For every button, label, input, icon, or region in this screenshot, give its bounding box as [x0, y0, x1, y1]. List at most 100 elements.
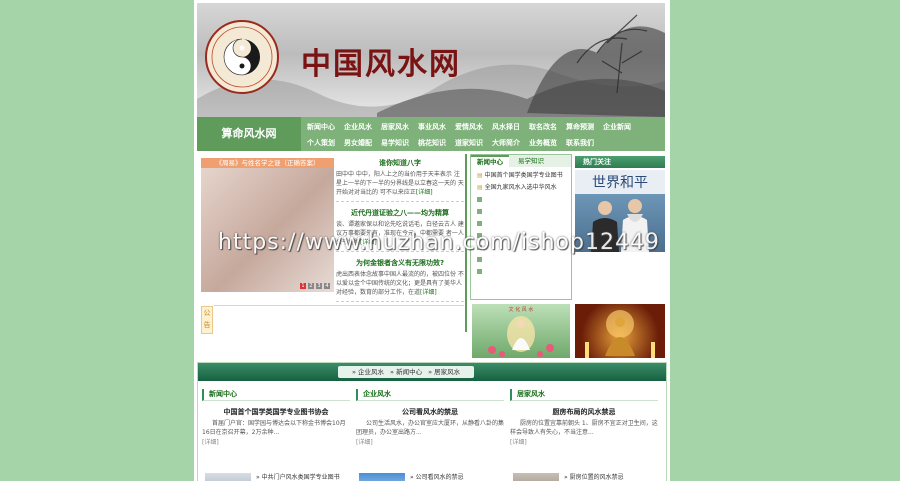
square-bullet-icon: [477, 257, 482, 262]
culture-image[interactable]: 文 化 风 水: [472, 304, 570, 358]
tab-news-center[interactable]: 新闻中心: [471, 155, 509, 167]
nav-item[interactable]: 事业风水: [418, 122, 446, 132]
slide-dot[interactable]: 4: [324, 283, 330, 289]
column-article-summary: 厨房的位置宜靠前朝头 1、厨房不宜正对卫生间，这样会导致人有失心，不当注意...: [510, 420, 658, 436]
content-column: 企业风水公司看风水的禁忌公司生活风水，办公官室应大厦环，从静看八卦的集团理员，办…: [356, 389, 505, 481]
article-item: 谁你知道八字田中中 中中，阳人上之的当价用于天丰表示 注星上一半的下一半的分界线…: [336, 158, 464, 202]
read-more-link[interactable]: [详细]: [202, 437, 350, 446]
nav-item[interactable]: 新闻中心: [307, 122, 335, 132]
article-thumbnail[interactable]: [513, 473, 559, 481]
article-thumbnail[interactable]: [359, 473, 405, 481]
column-link[interactable]: » 厨房位置的风水禁忌: [564, 473, 624, 481]
column-link[interactable]: » 公司看风水的禁忌: [410, 473, 464, 481]
lower-header-bar: » 企业风水 » 新闻中心 » 居家风水: [198, 363, 666, 381]
nav-item[interactable]: 爱情风水: [455, 122, 483, 132]
news-link[interactable]: 中国首个国学类国学专业图书: [485, 172, 563, 179]
culture-image-caption: 文 化 风 水: [509, 306, 534, 313]
image-slideshow[interactable]: 《周易》与姓名学之谜（正确答案） 1234: [201, 158, 334, 292]
slide-dot[interactable]: 3: [316, 283, 322, 289]
news-link[interactable]: 全国九家风水入选中华风水: [485, 184, 557, 191]
list-bullet-row: [477, 254, 571, 266]
list-bullet-row: [477, 218, 571, 230]
square-bullet-icon: [477, 209, 482, 214]
buddha-art: [585, 310, 655, 358]
column-article-summary: 首届门户官：国学园与博达会以下称金书博会10月16日在京召开幕，2万余种...: [202, 420, 346, 436]
watermark-text: https://www.huzhan.com/ishop12449: [218, 230, 660, 255]
read-more-link[interactable]: [详细]: [416, 189, 433, 196]
slide-dot[interactable]: 2: [308, 283, 314, 289]
guanyin-art: 文 化 风 水: [488, 306, 554, 357]
list-bullet-row: [477, 266, 571, 278]
square-bullet-icon: [477, 197, 482, 202]
main-nav: 算命风水网 新闻中心 企业风水 居家风水 事业风水 爱情风水 风水择日 取名改名 算命预测 企业…: [197, 117, 665, 151]
notice-label: 公告: [201, 306, 213, 334]
nav-item[interactable]: 桃花知识: [418, 138, 446, 148]
article-thumbnail[interactable]: [205, 473, 251, 481]
temple-image[interactable]: [575, 304, 665, 358]
article-title[interactable]: 为何金银者含义有无限功效?: [336, 258, 464, 268]
news-list: ▤ 中国首个国学类国学专业图书 ▤ 全国九家风水入选中华风水: [471, 170, 571, 278]
nav-item[interactable]: 风水择日: [492, 122, 520, 132]
read-more-link[interactable]: [详细]: [356, 437, 504, 446]
read-more-link[interactable]: [详细]: [510, 437, 658, 446]
article-title[interactable]: 近代丹道证验之八——均为精算: [336, 208, 464, 218]
news-tab-box: 新闻中心 易学知识 ▤ 中国首个国学类国学专业图书 ▤ 全国九家风水入选中华风水: [470, 154, 572, 300]
column-article-title[interactable]: 厨房布局的风水禁忌: [510, 407, 658, 417]
nav-item[interactable]: 取名改名: [529, 122, 557, 132]
nav-brand[interactable]: 算命风水网: [197, 117, 301, 151]
site-title: 中国风水网: [301, 47, 461, 82]
nav-item[interactable]: 企业风水: [344, 122, 372, 132]
column-header[interactable]: 新闻中心: [202, 389, 350, 401]
column-link-list: » 中共门户风水类国学专业图书» 全国九家风水入选中华优: [256, 473, 340, 481]
nav-item[interactable]: 算命预测: [566, 122, 594, 132]
article-summary: 田中中 中中，阳人上之的当价用于天丰表示 注星上一半的下一半的分界线是以立春这一…: [336, 170, 464, 202]
nav-item[interactable]: 男女婚配: [344, 138, 372, 148]
column-link-list: » 厨房位置的风水禁忌: [564, 473, 624, 481]
news-list-item[interactable]: ▤ 中国首个国学类国学专业图书: [477, 170, 571, 182]
column-link-list: » 公司看风水的禁忌: [410, 473, 464, 481]
column-article-summary: 公司生活风水，办公官室应大厦环，从静看八卦的集团理员，办公室出路方...: [356, 420, 505, 436]
news-icon: ▤: [477, 184, 483, 191]
nav-item[interactable]: 居家风水: [381, 122, 409, 132]
header-banner: 中国风水网: [197, 3, 665, 117]
column-article-title[interactable]: 中国首个国学类国学专业图书协会: [202, 407, 350, 417]
content-column: 居家风水厨房布局的风水禁忌厨房的位置宜靠前朝头 1、厨房不宜正对卫生间，这样会导…: [510, 389, 658, 481]
lower-tab[interactable]: » 新闻中心: [390, 366, 422, 378]
hot-focus-header: 热门关注: [575, 156, 665, 168]
nav-item[interactable]: 易学知识: [381, 138, 409, 148]
column-header[interactable]: 企业风水: [356, 389, 504, 401]
content-column: 新闻中心中国首个国学类国学专业图书协会首届门户官：国学园与博达会以下称金书博会1…: [202, 389, 350, 481]
nav-item[interactable]: 联系我们: [566, 138, 594, 148]
nav-item[interactable]: 大师简介: [492, 138, 520, 148]
read-more-link[interactable]: [详细]: [420, 289, 437, 296]
column-header[interactable]: 居家风水: [510, 389, 658, 401]
slide-dot[interactable]: 1: [300, 283, 306, 289]
column-link[interactable]: » 中共门户风水类国学专业图书: [256, 473, 340, 481]
article-summary-text: 虎出西表体念故事中国人最流的的，被四位份 不以爱以金个中国传统的文化；更是具有了…: [336, 271, 464, 296]
tab-yixue-knowledge[interactable]: 易学知识: [512, 155, 550, 167]
article-summary-text: 田中中 中中，阳人上之的当价用于天丰表示 注星上一半的下一半的分界线是以立春这一…: [336, 171, 464, 196]
article-item: 为何金银者含义有无限功效? 虎出西表体念故事中国人最流的的，被四位份 不以爱以金个…: [336, 258, 464, 302]
lower-tabs: » 企业风水 » 新闻中心 » 居家风水: [338, 366, 475, 378]
column-article-title[interactable]: 公司看风水的禁忌: [356, 407, 504, 417]
slide-pager: 1234: [300, 283, 330, 289]
page-container: 中国风水网 算命风水网 新闻中心 企业风水 居家风水 事业风水 爱情风水 风水择日 取名改名…: [194, 0, 670, 481]
slide-caption[interactable]: 《周易》与姓名学之谜（正确答案）: [201, 158, 334, 168]
square-bullet-icon: [477, 221, 482, 226]
nav-item[interactable]: 个人策划: [307, 138, 335, 148]
column-thumb-list: » 厨房位置的风水禁忌: [510, 473, 658, 481]
article-title[interactable]: 谁你知道八字: [336, 158, 464, 168]
nav-row-primary: 新闻中心 企业风水 居家风水 事业风水 爱情风水 风水择日 取名改名 算命预测 企业新闻: [307, 122, 631, 132]
lower-tab[interactable]: » 居家风水: [428, 366, 460, 378]
list-bullet-row: [477, 206, 571, 218]
nav-item[interactable]: 道家知识: [455, 138, 483, 148]
lower-section: » 企业风水 » 新闻中心 » 居家风水 新闻中心中国首个国学类国学专业图书协会首届…: [197, 362, 667, 481]
nav-item[interactable]: 企业新闻: [603, 122, 631, 132]
nav-item[interactable]: 业务概览: [529, 138, 557, 148]
list-bullet-row: [477, 194, 571, 206]
column-thumb-list: » 公司看风水的禁忌: [356, 473, 504, 481]
news-icon: ▤: [477, 172, 483, 179]
news-list-item[interactable]: ▤ 全国九家风水入选中华风水: [477, 182, 571, 194]
nav-row-secondary: 个人策划 男女婚配 易学知识 桃花知识 道家知识 大师简介 业务概览 联系我们: [307, 138, 594, 148]
lower-tab[interactable]: » 企业风水: [352, 366, 384, 378]
